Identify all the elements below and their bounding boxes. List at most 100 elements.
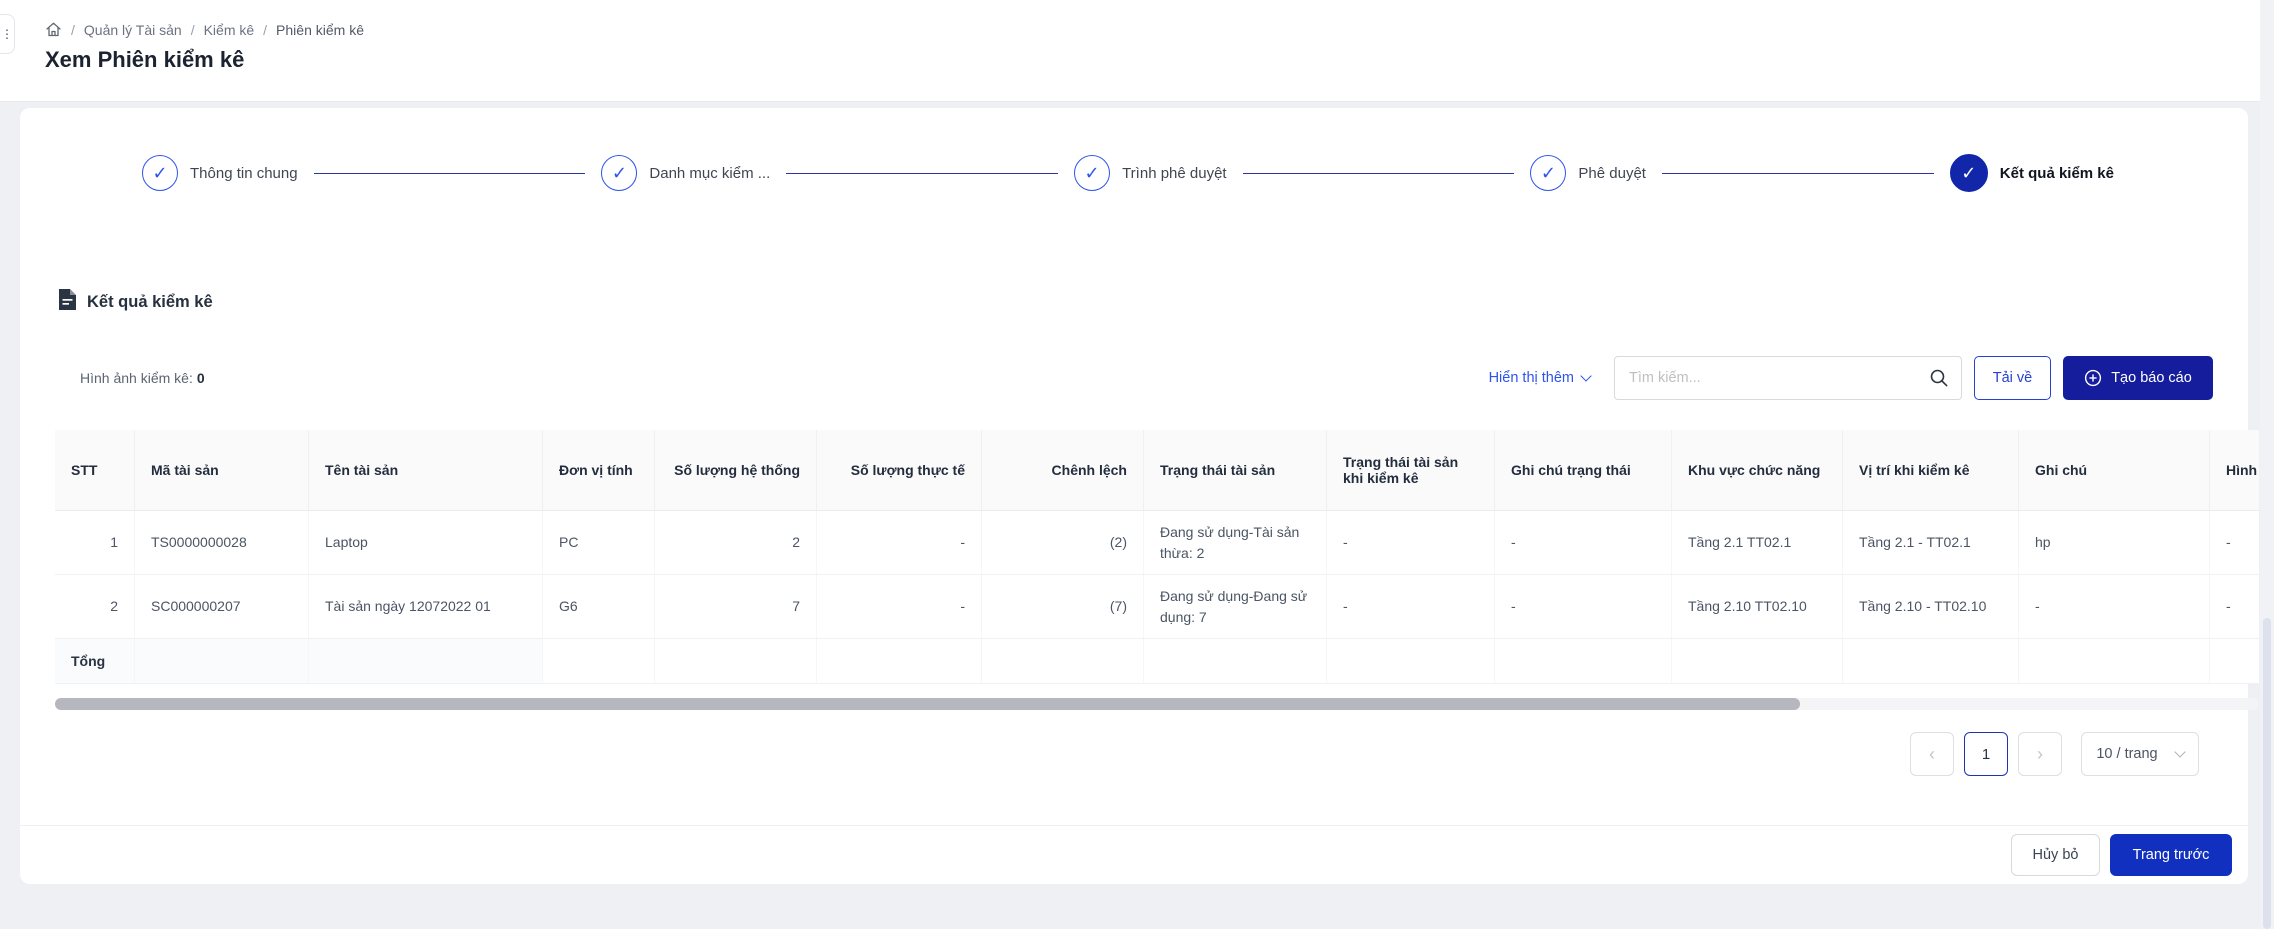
total-cell	[135, 639, 309, 683]
col-header-status: Trạng thái tài sản	[1144, 430, 1327, 510]
total-cell	[1144, 639, 1327, 683]
cell-area: Tầng 2.1 TT02.1	[1672, 511, 1843, 574]
cell-status_at_check: -	[1327, 575, 1495, 638]
total-cell	[2019, 639, 2210, 683]
step-4[interactable]: ✓Phê duyệt	[1530, 155, 1646, 191]
pagination-prev-button[interactable]: ‹	[1910, 732, 1954, 776]
vertical-scrollbar-thumb[interactable]	[2263, 618, 2271, 929]
step-2[interactable]: ✓Danh mục kiểm ...	[601, 155, 770, 191]
page-title: Xem Phiên kiểm kê	[45, 47, 2274, 73]
pagination-next-button[interactable]: ›	[2018, 732, 2062, 776]
col-header-code: Mã tài sản	[135, 430, 309, 510]
document-icon	[58, 288, 77, 316]
cell-status: Đang sử dụng-Đang sử dụng: 7	[1144, 575, 1327, 638]
horizontal-scrollbar[interactable]	[55, 698, 2259, 710]
step-label: Phê duyệt	[1578, 165, 1646, 182]
step-check-icon: ✓	[142, 155, 178, 191]
table-total-row: Tổng	[55, 639, 2259, 684]
search-icon[interactable]	[1929, 368, 1949, 388]
cancel-button[interactable]: Hủy bỏ	[2011, 834, 2100, 876]
cell-position: Tầng 2.1 - TT02.1	[1843, 511, 2019, 574]
sidebar-toggle-icon: ⋮	[1, 27, 13, 41]
col-header-difference: Chênh lệch	[982, 430, 1144, 510]
page-size-select[interactable]: 10 / trang	[2081, 732, 2199, 776]
create-report-button[interactable]: Tạo báo cáo	[2063, 356, 2213, 400]
cell-image: -	[2210, 511, 2259, 574]
total-cell	[2210, 639, 2259, 683]
total-cell	[1327, 639, 1495, 683]
total-cell	[1672, 639, 1843, 683]
top-header: ⋮ / Quản lý Tài sản / Kiểm kê / Phiên ki…	[0, 0, 2274, 102]
show-more-link[interactable]: Hiển thị thêm	[1489, 370, 1590, 386]
chevron-down-icon	[1580, 370, 1591, 381]
total-cell	[982, 639, 1144, 683]
step-connector	[786, 173, 1058, 174]
col-header-image: Hình	[2210, 430, 2259, 510]
step-connector	[1662, 173, 1934, 174]
table-row: 1TS0000000028LaptopPC2-(2)Đang sử dụng-T…	[55, 511, 2259, 575]
step-label: Thông tin chung	[190, 165, 298, 182]
total-cell	[1495, 639, 1672, 683]
images-count-label: Hình ảnh kiểm kê:	[80, 370, 193, 386]
home-icon[interactable]	[45, 21, 62, 38]
table-row: 2SC000000207Tài sản ngày 12072022 01G67-…	[55, 575, 2259, 639]
col-header-qty_actual: Số lượng thực tế	[817, 430, 982, 510]
cell-qty_system: 2	[655, 511, 817, 574]
total-label-cell: Tổng	[55, 639, 135, 683]
cell-unit: PC	[543, 511, 655, 574]
breadcrumb-separator: /	[263, 22, 267, 38]
page-size-label: 10 / trang	[2096, 746, 2157, 762]
cell-note: -	[2019, 575, 2210, 638]
total-cell	[655, 639, 817, 683]
total-cell	[817, 639, 982, 683]
cell-qty_actual: -	[817, 575, 982, 638]
col-header-area: Khu vực chức năng	[1672, 430, 1843, 510]
breadcrumb: / Quản lý Tài sản / Kiểm kê / Phiên kiểm…	[45, 22, 2274, 38]
search-box	[1614, 356, 1962, 400]
col-header-status_at_check: Trạng thái tài sản khi kiểm kê	[1327, 430, 1495, 510]
cell-name: Laptop	[309, 511, 543, 574]
cell-area: Tầng 2.10 TT02.10	[1672, 575, 1843, 638]
breadcrumb-separator: /	[191, 22, 195, 38]
total-cell	[543, 639, 655, 683]
table-body: 1TS0000000028LaptopPC2-(2)Đang sử dụng-T…	[55, 511, 2259, 639]
cell-difference: (7)	[982, 575, 1144, 638]
col-header-name: Tên tài sản	[309, 430, 543, 510]
step-1[interactable]: ✓ Thông tin chung	[142, 155, 298, 191]
col-header-note: Ghi chú	[2019, 430, 2210, 510]
cell-status_note: -	[1495, 575, 1672, 638]
section-header: Kết quả kiểm kê	[58, 288, 2248, 316]
cell-unit: G6	[543, 575, 655, 638]
cell-code: TS0000000028	[135, 511, 309, 574]
cell-status_at_check: -	[1327, 511, 1495, 574]
step-3[interactable]: ✓Trình phê duyệt	[1074, 155, 1227, 191]
step-label: Trình phê duyệt	[1122, 165, 1227, 182]
page: ⋮ / Quản lý Tài sản / Kiểm kê / Phiên ki…	[0, 0, 2274, 884]
section-title: Kết quả kiểm kê	[87, 293, 213, 312]
download-button[interactable]: Tải về	[1974, 356, 2051, 400]
search-input[interactable]	[1629, 370, 1929, 386]
cell-image: -	[2210, 575, 2259, 638]
cell-position: Tầng 2.10 - TT02.10	[1843, 575, 2019, 638]
total-cell	[309, 639, 543, 683]
step-label: Danh mục kiểm ...	[649, 165, 770, 182]
table-toolbar: Hình ảnh kiểm kê: 0 Hiển thị thêm Tải về…	[55, 356, 2213, 400]
previous-page-button[interactable]: Trang trước	[2110, 834, 2232, 876]
results-table: STTMã tài sảnTên tài sảnĐơn vị tínhSố lư…	[55, 430, 2259, 684]
col-header-status_note: Ghi chú trạng thái	[1495, 430, 1672, 510]
content-card: ✓ Thông tin chung ✓Danh mục kiểm ... ✓Trình…	[20, 108, 2248, 884]
stepper: ✓ Thông tin chung ✓Danh mục kiểm ... ✓Trình…	[20, 108, 2248, 192]
sidebar-toggle[interactable]: ⋮	[0, 14, 15, 54]
col-header-stt: STT	[55, 430, 135, 510]
horizontal-scrollbar-thumb[interactable]	[55, 698, 1800, 710]
cell-qty_system: 7	[655, 575, 817, 638]
step-5[interactable]: ✓Kết quả kiểm kê	[1950, 154, 2114, 192]
pagination-page-1[interactable]: 1	[1964, 732, 2008, 776]
cell-name: Tài sản ngày 12072022 01	[309, 575, 543, 638]
create-report-label: Tạo báo cáo	[2111, 370, 2192, 386]
vertical-scrollbar[interactable]	[2260, 0, 2274, 929]
breadcrumb-item-inventory[interactable]: Kiểm kê	[204, 22, 255, 38]
cell-stt: 1	[55, 511, 135, 574]
breadcrumb-item-asset-management[interactable]: Quản lý Tài sản	[84, 22, 182, 38]
cell-note: hp	[2019, 511, 2210, 574]
